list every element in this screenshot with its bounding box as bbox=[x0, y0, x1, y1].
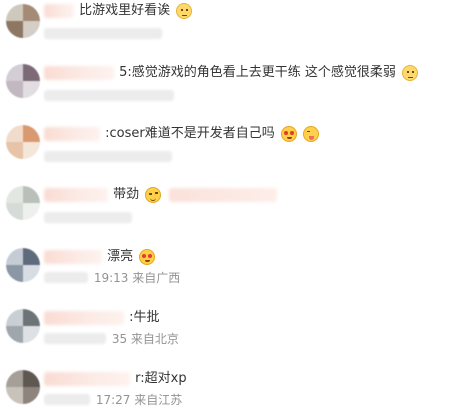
comment-line: 漂亮 bbox=[44, 246, 156, 268]
mention-blurred[interactable] bbox=[169, 188, 278, 202]
avatar[interactable] bbox=[6, 370, 40, 404]
comment-text: :coser难道不是开发者自己吗 bbox=[105, 126, 275, 141]
comment-meta bbox=[44, 147, 174, 165]
username-blurred[interactable] bbox=[44, 127, 100, 141]
comment-text: 5:感觉游戏的角色看上去更干练 这个感觉很柔弱 bbox=[119, 65, 396, 80]
comment-line: r:超对xp bbox=[44, 368, 187, 390]
username-blurred[interactable] bbox=[44, 66, 114, 80]
wink-emoji bbox=[145, 187, 162, 203]
comment-text: 比游戏里好看诶 bbox=[79, 3, 171, 18]
comment-text: 带劲 bbox=[113, 187, 140, 202]
comment-text: 漂亮 bbox=[107, 249, 134, 264]
comment-item: 5:感觉游戏的角色看上去更干练 这个感觉很柔弱 bbox=[0, 62, 470, 122]
meta-blurred bbox=[44, 151, 172, 162]
cat-face-emoji bbox=[176, 3, 193, 19]
cat-face-emoji bbox=[402, 65, 419, 81]
comment-line: 比游戏里好看诶 bbox=[44, 0, 193, 22]
comment-line: :coser难道不是开发者自己吗 bbox=[44, 123, 320, 145]
meta-blurred bbox=[44, 272, 88, 283]
comment-meta bbox=[44, 24, 164, 42]
username-blurred[interactable] bbox=[44, 250, 102, 264]
comment-meta bbox=[44, 86, 176, 104]
meta-blurred bbox=[44, 212, 132, 223]
comment-line: 带劲 bbox=[44, 184, 278, 206]
heart-eyes-emoji bbox=[280, 126, 297, 142]
meta-blurred bbox=[44, 90, 174, 101]
comment-timestamp-location: 17:27 来自江苏 bbox=[95, 392, 183, 407]
meta-blurred bbox=[44, 394, 90, 405]
avatar[interactable] bbox=[6, 186, 40, 220]
username-blurred[interactable] bbox=[44, 188, 108, 202]
meta-blurred bbox=[44, 28, 162, 39]
comment-timestamp-location: 19:13 来自广西 bbox=[93, 270, 181, 285]
comment-item: r:超对xp 17:27 来自江苏 bbox=[0, 368, 470, 414]
avatar[interactable] bbox=[6, 4, 40, 38]
username-blurred[interactable] bbox=[44, 4, 74, 18]
avatar[interactable] bbox=[6, 248, 40, 282]
comment-line: :牛批 bbox=[44, 307, 160, 329]
comment-meta: 19:13 来自广西 bbox=[44, 268, 180, 286]
meta-blurred bbox=[44, 333, 106, 344]
avatar[interactable] bbox=[6, 309, 40, 343]
comment-item: :coser难道不是开发者自己吗 bbox=[0, 123, 470, 183]
heart-eyes-emoji bbox=[139, 249, 156, 265]
comment-meta: 35 来自北京 bbox=[44, 329, 179, 347]
comment-item: 带劲 bbox=[0, 184, 470, 244]
comment-timestamp-location: 35 来自北京 bbox=[111, 331, 179, 346]
comment-item: 漂亮 19:13 来自广西 bbox=[0, 246, 470, 306]
comment-meta bbox=[44, 208, 134, 226]
avatar[interactable] bbox=[6, 64, 40, 98]
comment-line: 5:感觉游戏的角色看上去更干练 这个感觉很柔弱 bbox=[44, 62, 419, 84]
comment-item: :牛批 35 来自北京 bbox=[0, 307, 470, 367]
tongue-emoji bbox=[303, 126, 320, 142]
comment-text: r:超对xp bbox=[135, 371, 187, 386]
comment-feed: 比游戏里好看诶 5:感觉游戏的角色看上去更干练 这个感觉很柔弱:coser难道… bbox=[0, 0, 470, 414]
comment-item: 比游戏里好看诶 bbox=[0, 0, 470, 60]
avatar[interactable] bbox=[6, 125, 40, 159]
username-blurred[interactable] bbox=[44, 372, 130, 386]
username-blurred[interactable] bbox=[44, 311, 124, 325]
comment-meta: 17:27 来自江苏 bbox=[44, 390, 182, 408]
comment-text: :牛批 bbox=[129, 310, 160, 325]
